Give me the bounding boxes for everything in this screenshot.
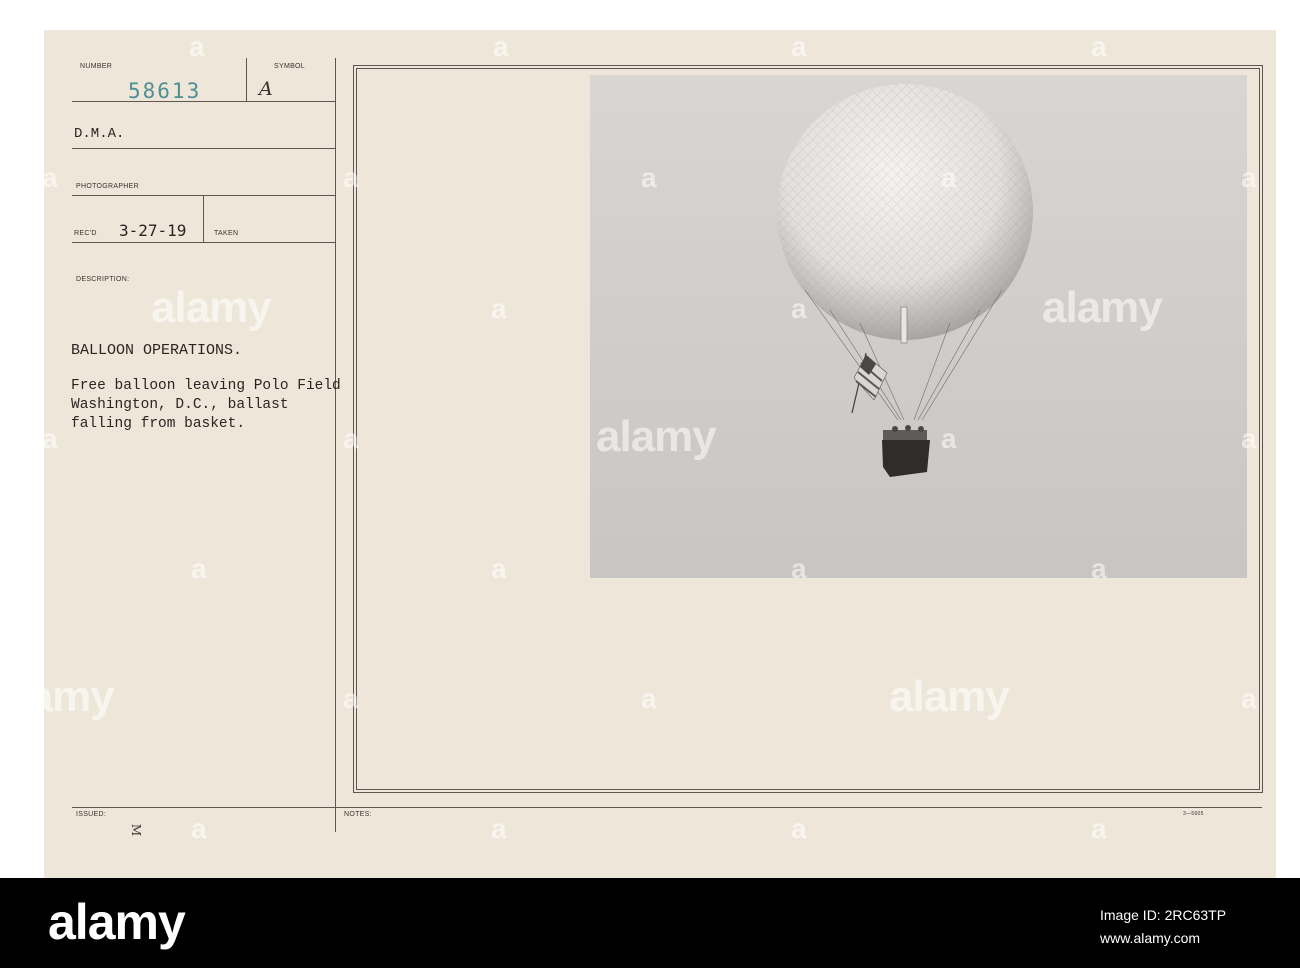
watermark-glyph: a [1091, 31, 1107, 62]
watermark-glyph: a [191, 553, 207, 584]
watermark-glyph: a [491, 813, 507, 844]
watermark-glyph: a [343, 162, 359, 193]
appendix [900, 306, 908, 344]
watermark-glyph: a [1241, 683, 1257, 714]
watermark-glyph: a [343, 423, 359, 454]
description-title: BALLOON OPERATIONS. [71, 342, 243, 359]
watermark-glyph: a [941, 423, 957, 454]
watermark: alamy [0, 672, 115, 721]
rule-source [72, 148, 335, 149]
description-label: DESCRIPTION: [76, 276, 130, 283]
taken-label: TAKEN [214, 230, 239, 237]
watermark-glyph: a [343, 683, 359, 714]
watermark-glyph: a [941, 162, 957, 193]
watermark-glyph: a [1241, 423, 1257, 454]
number-symbol-divider [246, 58, 247, 101]
symbol-value: A [259, 78, 273, 100]
watermark-glyph: a [791, 293, 807, 324]
column-divider [335, 58, 336, 832]
photographer-label: PHOTOGRAPHER [76, 183, 139, 190]
rule-recd [72, 242, 335, 243]
watermark: alamy [151, 283, 272, 332]
description-line: falling from basket. [71, 416, 246, 432]
site-link[interactable]: www.alamy.com [1100, 930, 1200, 946]
description-body: Free balloon leaving Polo Field Washingt… [71, 377, 341, 434]
rule-number [72, 101, 335, 102]
watermark-glyph: a [491, 293, 507, 324]
watermark: alamy [889, 672, 1010, 721]
stock-footer [0, 878, 1300, 968]
watermark-glyph: a [791, 553, 807, 584]
recd-value: 3-27-19 [119, 221, 187, 240]
number-label: NUMBER [80, 63, 113, 70]
alamy-logo[interactable]: alamy [48, 893, 186, 951]
form-number: 3—5605 [1183, 811, 1204, 817]
watermark-glyph: a [791, 813, 807, 844]
watermark-glyph: a [493, 31, 509, 62]
issued-mark: M [129, 823, 144, 837]
rule-issued [72, 807, 1262, 808]
watermark: alamy [596, 412, 717, 461]
watermark-glyph: a [191, 813, 207, 844]
notes-label: NOTES: [344, 811, 372, 818]
number-value: 58613 [128, 79, 202, 103]
recd-label: REC'D [74, 230, 97, 237]
watermark-glyph: a [189, 31, 205, 62]
watermark-glyph: a [791, 31, 807, 62]
watermark-glyph: a [491, 553, 507, 584]
watermark-glyph: a [641, 683, 657, 714]
watermark: alamy [1042, 283, 1163, 332]
watermark-glyph: a [42, 162, 58, 193]
image-id: Image ID: 2RC63TP [1100, 907, 1227, 923]
symbol-label: SYMBOL [274, 63, 305, 70]
watermark-glyph: a [42, 423, 58, 454]
watermark-glyph: a [1241, 162, 1257, 193]
source-value: D.M.A. [74, 126, 125, 142]
recd-taken-divider [203, 195, 204, 242]
watermark-glyph: a [1091, 553, 1107, 584]
watermark-glyph: a [641, 162, 657, 193]
watermark-glyph: a [1091, 813, 1107, 844]
issued-label: ISSUED: [76, 811, 107, 818]
american-flag [851, 352, 888, 414]
description-line: Washington, D.C., ballast [71, 397, 289, 413]
description-line: Free balloon leaving Polo Field [71, 378, 341, 394]
basket [882, 425, 930, 477]
